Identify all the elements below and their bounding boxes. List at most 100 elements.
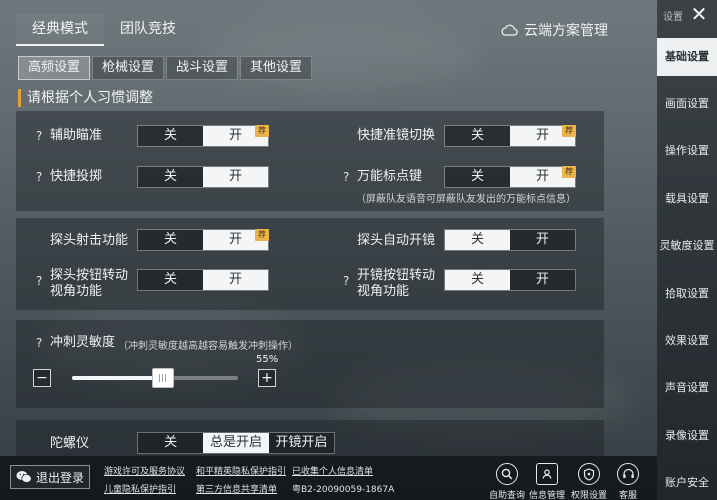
sprint-sensitivity-label: 冲刺灵敏度 bbox=[50, 335, 116, 350]
quick-throw-label: 快捷投掷 bbox=[50, 169, 103, 184]
help-icon[interactable]: ? bbox=[343, 274, 349, 288]
link-privacy-guide[interactable]: 和平精英隐私保护指引 bbox=[196, 464, 286, 477]
logout-button[interactable]: 退出登录 bbox=[10, 465, 90, 489]
sidebar-title: 设置 bbox=[663, 12, 683, 23]
sidebar-item-basic[interactable]: 基础设置 bbox=[657, 38, 717, 76]
logout-label: 退出登录 bbox=[35, 470, 84, 485]
slider-fill bbox=[72, 376, 164, 380]
peek-auto-scope-off[interactable]: 关 bbox=[445, 230, 510, 250]
subtab-weapon[interactable]: 枪械设置 bbox=[92, 56, 165, 80]
quick-scope-switch-off[interactable]: 关 bbox=[445, 126, 510, 146]
cloud-plan-manage-label: 云端方案管理 bbox=[524, 23, 608, 39]
slider-thumb[interactable] bbox=[152, 368, 175, 388]
peek-fire-on-label: 开 bbox=[228, 232, 242, 247]
scope-button-rotate-label-line2: 视角功能 bbox=[357, 284, 410, 299]
help-icon[interactable]: ? bbox=[36, 274, 42, 288]
recommended-badge: 荐 bbox=[255, 125, 269, 137]
help-icon[interactable]: ? bbox=[36, 170, 42, 184]
recommended-badge: 荐 bbox=[562, 125, 576, 137]
sidebar-item-pickup[interactable]: 拾取设置 bbox=[657, 275, 717, 313]
peek-button-rotate-label-line2: 视角功能 bbox=[50, 284, 103, 299]
recommended-badge: 荐 bbox=[255, 229, 269, 241]
tab-team-deathmatch[interactable]: 团队竞技 bbox=[104, 14, 192, 46]
sidebar-item-account-security[interactable]: 账户安全 bbox=[657, 464, 717, 500]
universal-marker-toggle: 关 开荐 bbox=[444, 166, 576, 188]
aim-assist-toggle: 关 开荐 bbox=[137, 125, 269, 147]
customer-service-label: 客服 bbox=[618, 491, 637, 500]
aim-assist-on-label: 开 bbox=[228, 128, 242, 143]
universal-marker-off[interactable]: 关 bbox=[445, 167, 510, 187]
gyroscope-scope-on[interactable]: 开镜开启 bbox=[268, 433, 334, 453]
quick-scope-switch-label: 快捷准镜切换 bbox=[357, 128, 436, 143]
sidebar-item-effects[interactable]: 效果设置 bbox=[657, 322, 717, 360]
help-icon[interactable]: ? bbox=[36, 336, 42, 350]
help-icon[interactable]: ? bbox=[36, 129, 42, 143]
quick-throw-off[interactable]: 关 bbox=[138, 167, 203, 187]
quick-throw-toggle: 关 开 bbox=[137, 166, 269, 188]
universal-marker-note: （屏蔽队友语音可屏蔽队友发出的万能标点信息） bbox=[356, 194, 576, 205]
subtab-combat[interactable]: 战斗设置 bbox=[166, 56, 239, 80]
peek-button-rotate-off[interactable]: 关 bbox=[138, 270, 203, 290]
recommended-badge: 荐 bbox=[562, 166, 576, 178]
scope-button-rotate-on[interactable]: 开 bbox=[510, 270, 575, 290]
subtab-other[interactable]: 其他设置 bbox=[240, 56, 313, 80]
peek-button-rotate-toggle: 关 开 bbox=[137, 269, 269, 291]
sprint-sensitivity-value: 55% bbox=[256, 354, 279, 365]
quick-scope-switch-on-label: 开 bbox=[535, 128, 549, 143]
sidebar-item-graphics[interactable]: 画面设置 bbox=[657, 85, 717, 123]
quick-scope-switch-toggle: 关 开荐 bbox=[444, 125, 576, 147]
close-icon: ✕ bbox=[690, 2, 708, 26]
peek-button-rotate-label-line1: 探头按钮转动 bbox=[50, 268, 129, 283]
sprint-sensitivity-plus-button[interactable]: + bbox=[258, 369, 276, 387]
quick-throw-on[interactable]: 开 bbox=[203, 167, 268, 187]
scope-button-rotate-label-line1: 开镜按钮转动 bbox=[357, 268, 436, 283]
section-heading: 请根据个人习惯调整 bbox=[18, 89, 153, 107]
peek-fire-off[interactable]: 关 bbox=[138, 230, 203, 250]
sprint-sensitivity-minus-button[interactable]: − bbox=[33, 369, 51, 387]
universal-marker-label: 万能标点键 bbox=[357, 169, 423, 184]
sidebar-item-sensitivity[interactable]: 灵敏度设置 bbox=[657, 227, 717, 265]
link-service-agreement[interactable]: 游戏许可及服务协议 bbox=[104, 464, 185, 477]
quick-scope-switch-on[interactable]: 开荐 bbox=[510, 125, 576, 146]
id-card-icon bbox=[536, 463, 558, 485]
customer-service-button[interactable]: 客服 bbox=[605, 463, 651, 500]
sidebar-item-vehicle[interactable]: 载具设置 bbox=[657, 180, 717, 218]
link-child-privacy-guide[interactable]: 儿童隐私保护指引 bbox=[104, 482, 176, 495]
gyroscope-off[interactable]: 关 bbox=[138, 433, 204, 453]
cloud-icon bbox=[501, 24, 518, 36]
aim-assist-off[interactable]: 关 bbox=[138, 126, 203, 146]
sidebar-item-recording[interactable]: 录像设置 bbox=[657, 417, 717, 455]
aim-assist-label: 辅助瞄准 bbox=[50, 128, 103, 143]
sidebar-item-controls[interactable]: 操作设置 bbox=[657, 132, 717, 170]
info-management-button[interactable]: 信息管理 bbox=[524, 463, 570, 500]
link-third-party-sharing[interactable]: 第三方信息共享清单 bbox=[196, 482, 277, 495]
shield-icon bbox=[578, 463, 600, 485]
peek-button-rotate-on[interactable]: 开 bbox=[203, 270, 268, 290]
link-collected-info-list[interactable]: 已收集个人信息清单 bbox=[292, 464, 373, 477]
cloud-plan-manage-button[interactable]: 云端方案管理 bbox=[500, 19, 608, 41]
subtab-frequent[interactable]: 高频设置 bbox=[18, 56, 91, 80]
aim-assist-on[interactable]: 开荐 bbox=[203, 125, 269, 146]
close-button[interactable]: ✕ bbox=[686, 2, 712, 26]
info-management-label: 信息管理 bbox=[528, 491, 565, 500]
gyroscope-label: 陀螺仪 bbox=[50, 436, 90, 451]
peek-auto-scope-on[interactable]: 开 bbox=[510, 230, 575, 250]
peek-fire-toggle: 关 开荐 bbox=[137, 229, 269, 251]
gyroscope-always-on[interactable]: 总是开启 bbox=[203, 433, 269, 453]
sprint-sensitivity-slider[interactable] bbox=[72, 368, 238, 388]
icp-license-number: 粤B2-20090059-1867A bbox=[292, 485, 395, 495]
headset-icon bbox=[617, 463, 639, 485]
peek-fire-label: 探头射击功能 bbox=[50, 233, 129, 248]
universal-marker-on-label: 开 bbox=[535, 169, 549, 184]
universal-marker-on[interactable]: 开荐 bbox=[510, 166, 576, 187]
scope-button-rotate-off[interactable]: 关 bbox=[445, 270, 510, 290]
scope-button-rotate-toggle: 关 开 bbox=[444, 269, 576, 291]
peek-auto-scope-label: 探头自动开镜 bbox=[357, 233, 436, 248]
panel-sprint-sensitivity bbox=[16, 320, 604, 408]
peek-fire-on[interactable]: 开荐 bbox=[203, 229, 269, 250]
sprint-sensitivity-note: （冲刺灵敏度越高越容易触发冲刺操作） bbox=[118, 341, 298, 352]
tab-classic-mode[interactable]: 经典模式 bbox=[16, 14, 104, 46]
peek-auto-scope-toggle: 关 开 bbox=[444, 229, 576, 251]
help-icon[interactable]: ? bbox=[343, 170, 349, 184]
sidebar-item-sound[interactable]: 声音设置 bbox=[657, 369, 717, 407]
